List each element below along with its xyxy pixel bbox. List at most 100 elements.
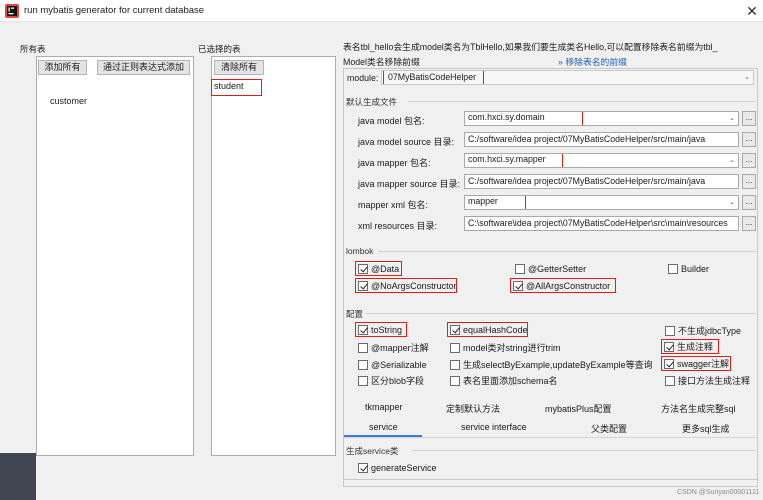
checkbox-checked-icon — [664, 341, 674, 352]
model-source-label: java model source 目录: — [358, 137, 455, 147]
model-prefix-label: Model类名移除前缀 — [343, 57, 420, 67]
checkbox-checked-icon — [358, 280, 368, 291]
checkbox-unchecked-icon — [358, 342, 368, 353]
tab-tkmapper[interactable]: tkmapper — [365, 402, 403, 412]
mapper-xml-browse-button[interactable]: ... — [742, 195, 756, 210]
model-package-browse-button[interactable]: ... — [742, 111, 756, 126]
mapper-source-input[interactable]: C:/software/idea project/07MyBatisCodeHe… — [464, 174, 739, 189]
lombok-builder-checkbox[interactable]: Builder — [668, 262, 709, 275]
checkbox-unchecked-icon — [450, 342, 460, 353]
generate-service-label: generateService — [371, 462, 437, 473]
selected-tables-list[interactable]: student — [211, 56, 336, 456]
xml-resources-input[interactable]: C:\software\idea project\07MyBatisCodeHe… — [464, 216, 739, 231]
schema-name-checkbox[interactable]: 表名里面添加schema名 — [450, 374, 558, 387]
divider — [412, 450, 756, 451]
scrollbar-track[interactable] — [344, 479, 757, 480]
add-by-regex-button[interactable]: 通过正则表达式添加 — [97, 60, 190, 75]
no-jdbctype-checkbox[interactable]: 不生成jdbcType — [665, 324, 741, 337]
mapper-source-label: java mapper source 目录: — [358, 179, 461, 189]
generate-service-checkbox[interactable]: generateService — [358, 461, 437, 474]
model-source-input[interactable]: C:/software/idea project/07MyBatisCodeHe… — [464, 132, 739, 147]
close-icon[interactable]: ✕ — [743, 2, 761, 20]
checkbox-unchecked-icon — [665, 325, 675, 336]
mapper-package-value: com.hxci.sy.mapper — [465, 154, 563, 167]
tab-mybatisplus-config[interactable]: mybatisPlus配置 — [545, 402, 612, 415]
window-title: run mybatis generator for current databa… — [24, 5, 205, 16]
remove-prefix-link[interactable]: » 移除表名的前缀 — [558, 55, 627, 68]
blob-field-checkbox[interactable]: 区分blob字段 — [358, 374, 424, 387]
checkbox-checked-icon — [358, 324, 368, 335]
generate-comment-checkbox[interactable]: 生成注释 — [661, 339, 719, 354]
select-by-example-label: 生成selectByExample,updateByExample等查询 — [463, 360, 653, 370]
divider — [344, 437, 757, 438]
equal-hashcode-label: equalHashCode — [463, 324, 528, 335]
mapper-annotation-label: @mapper注解 — [371, 343, 429, 353]
lombok-noargs-label: @NoArgsConstructor — [371, 280, 457, 291]
prefix-notice-text: 表名tbl_hello会生成model类名为TblHello,如果我们要生成类名… — [343, 42, 718, 52]
tab-method-full-sql[interactable]: 方法名生成完整sql — [661, 402, 736, 415]
checkbox-checked-icon — [358, 462, 368, 473]
divider — [408, 101, 756, 102]
tab-more-sql[interactable]: 更多sql生成 — [682, 422, 730, 435]
module-label: module: — [347, 73, 379, 83]
model-source-browse-button[interactable]: ... — [742, 132, 756, 147]
select-by-example-checkbox[interactable]: 生成selectByExample,updateByExample等查询 — [450, 358, 653, 371]
checkbox-unchecked-icon — [358, 375, 368, 386]
lombok-allargs-checkbox[interactable]: @AllArgsConstructor — [510, 278, 616, 293]
chevron-down-icon: ⌄ — [729, 115, 735, 122]
interface-comment-label: 接口方法生成注释 — [678, 376, 751, 386]
chevron-down-icon: ⌄ — [744, 74, 750, 81]
mapper-xml-package-value: mapper — [465, 196, 526, 209]
divider — [378, 251, 756, 252]
mapper-annotation-checkbox[interactable]: @mapper注解 — [358, 341, 429, 354]
checkbox-unchecked-icon — [668, 263, 678, 274]
tab-parent-class-config[interactable]: 父类配置 — [591, 422, 627, 435]
add-all-button[interactable]: 添加所有 — [38, 60, 87, 75]
mapper-source-browse-button[interactable]: ... — [742, 174, 756, 189]
checkbox-checked-icon — [664, 358, 674, 369]
selected-tables-label: 已选择的表 — [198, 44, 241, 54]
mapper-xml-package-select[interactable]: mapper ⌄ — [464, 195, 739, 210]
tostring-checkbox[interactable]: toString — [355, 322, 407, 337]
module-select[interactable]: 07MyBatisCodeHelper ⌄ — [381, 70, 754, 85]
checkbox-unchecked-icon — [515, 263, 525, 274]
checkbox-unchecked-icon — [665, 375, 675, 386]
tab-service-interface[interactable]: service interface — [461, 422, 527, 432]
interface-comment-checkbox[interactable]: 接口方法生成注释 — [665, 374, 750, 387]
xml-resources-browse-button[interactable]: ... — [742, 216, 756, 231]
config-panel: module: 07MyBatisCodeHelper ⌄ 默认生成文件 jav… — [343, 68, 758, 487]
checkbox-checked-icon — [358, 263, 368, 274]
mapper-package-label: java mapper 包名: — [358, 158, 431, 168]
lombok-data-checkbox[interactable]: @Data — [355, 261, 402, 276]
all-tables-list[interactable]: customer — [36, 56, 194, 456]
model-package-select[interactable]: com.hxci.sy.domain ⌄ — [464, 111, 739, 126]
checkbox-checked-icon — [513, 280, 523, 291]
default-files-title: 默认生成文件 — [346, 97, 398, 107]
tab-custom-default-methods[interactable]: 定制默认方法 — [446, 402, 500, 415]
mapper-package-browse-button[interactable]: ... — [742, 153, 756, 168]
checkbox-unchecked-icon — [450, 359, 460, 370]
generate-comment-label: 生成注释 — [677, 342, 714, 352]
service-title: 生成service类 — [346, 446, 399, 456]
mapper-package-select[interactable]: com.hxci.sy.mapper ⌄ — [464, 153, 739, 168]
lombok-allargs-label: @AllArgsConstructor — [526, 280, 611, 291]
blob-field-label: 区分blob字段 — [371, 376, 425, 386]
swagger-checkbox[interactable]: swagger注解 — [661, 356, 731, 371]
app-icon — [5, 4, 19, 18]
checkbox-unchecked-icon — [450, 375, 460, 386]
tab-service[interactable]: service — [369, 422, 398, 432]
mapper-xml-package-label: mapper xml 包名: — [358, 200, 429, 210]
table-item-customer[interactable]: customer — [50, 96, 87, 106]
lombok-noargs-checkbox[interactable]: @NoArgsConstructor — [355, 278, 457, 293]
string-trim-checkbox[interactable]: model类对string进行trim — [450, 341, 561, 354]
selected-item-student[interactable]: student — [211, 79, 262, 96]
remove-all-button[interactable]: 清除所有 — [214, 60, 264, 75]
lombok-getter-setter-checkbox[interactable]: @GetterSetter — [515, 262, 586, 275]
model-package-value: com.hxci.sy.domain — [465, 112, 583, 125]
background-strip — [0, 453, 36, 500]
chevron-down-icon: ⌄ — [729, 199, 735, 206]
equal-hashcode-checkbox[interactable]: equalHashCode — [447, 322, 528, 337]
schema-name-label: 表名里面添加schema名 — [463, 376, 558, 386]
lombok-title: lombok — [346, 246, 374, 256]
serializable-checkbox[interactable]: @Serializable — [358, 358, 427, 371]
